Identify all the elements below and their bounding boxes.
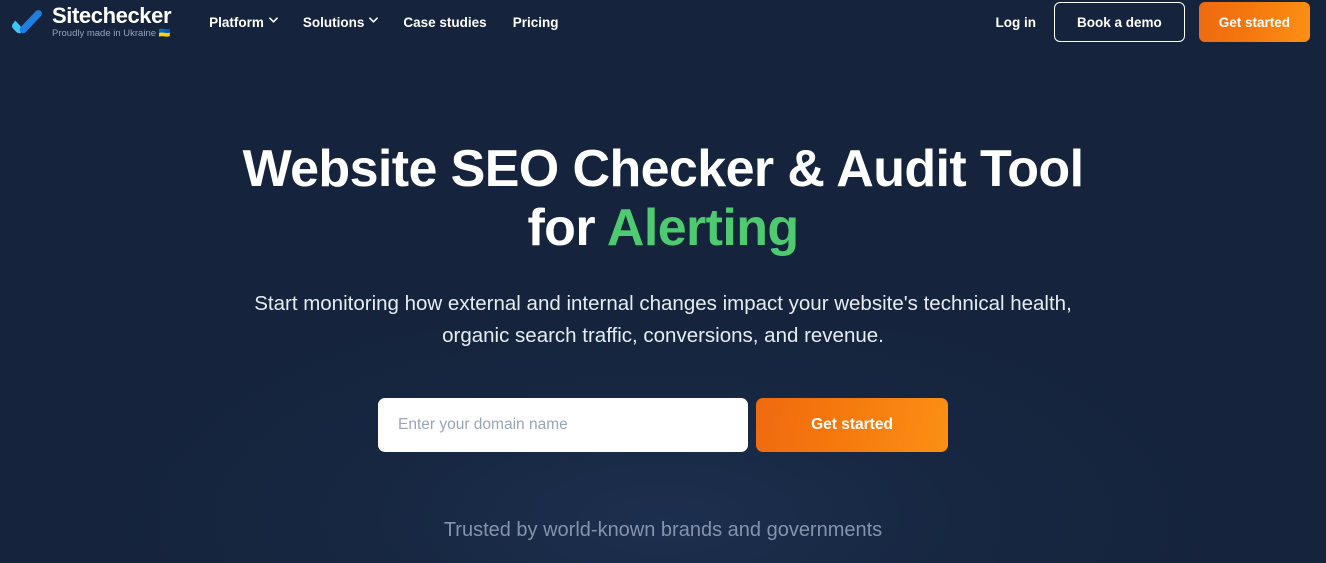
trusted-by-caption: Trusted by world-known brands and govern… (443, 519, 883, 541)
brand-tagline: Proudly made in Ukraine 🇺🇦 (52, 27, 171, 39)
brand-logo-link[interactable]: Sitechecker Proudly made in Ukraine 🇺🇦 (12, 2, 172, 40)
nav-item-platform[interactable]: Platform (209, 14, 278, 30)
nav-item-solutions[interactable]: Solutions (302, 14, 379, 30)
page-title: Website SEO Checker & Audit Tool for Ale… (203, 140, 1123, 258)
chevron-down-icon (369, 17, 379, 25)
get-started-header-button[interactable]: Get started (1198, 2, 1310, 42)
nav-item-label: Platform (209, 14, 264, 30)
domain-signup-form: Get started (378, 398, 948, 452)
hero-subtitle-line1: Start monitoring how external and intern… (254, 292, 918, 315)
book-a-demo-button[interactable]: Book a demo (1053, 2, 1185, 42)
hero-subtitle: Start monitoring how external and intern… (248, 288, 1078, 352)
domain-input[interactable] (378, 398, 748, 452)
nav-item-label: Pricing (512, 14, 559, 30)
nav-item-case-studies[interactable]: Case studies (403, 15, 486, 30)
nav-item-label: Case studies (403, 14, 487, 30)
hero-title-accent: Alerting (606, 199, 799, 257)
header-actions: Log in Book a demo Get started (991, 2, 1310, 42)
nav-item-label: Solutions (302, 14, 365, 30)
checkmark-icon (12, 9, 44, 35)
nav-item-pricing[interactable]: Pricing (513, 15, 559, 30)
hero-section: Website SEO Checker & Audit Tool for Ale… (0, 44, 1326, 544)
chevron-down-icon (269, 17, 278, 25)
get-started-submit-button[interactable]: Get started (756, 398, 948, 452)
brand-name: Sitechecker (52, 2, 172, 28)
log-in-link[interactable]: Log in (991, 9, 1040, 36)
brand-text-block: Sitechecker Proudly made in Ukraine 🇺🇦 (52, 2, 172, 40)
hero-title-line1: Website SEO Checker & Audit Tool (242, 140, 1084, 198)
site-header: Sitechecker Proudly made in Ukraine 🇺🇦 P… (0, 0, 1326, 44)
primary-navigation: Platform Solutions Case studies Pricing (209, 15, 558, 30)
hero-title-line2-prefix: for (527, 199, 607, 257)
